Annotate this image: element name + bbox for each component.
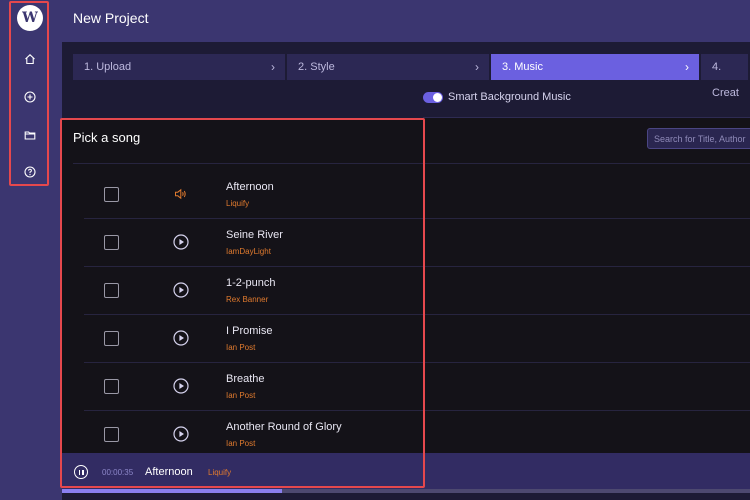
play-icon[interactable]: [172, 425, 190, 443]
song-artist: Ian Post: [226, 343, 256, 352]
chevron-right-icon: ›: [271, 60, 275, 74]
sidebar-highlight-box: [9, 1, 49, 186]
step-label: 2. Style: [298, 61, 335, 73]
song-checkbox[interactable]: [104, 187, 119, 202]
page-title: New Project: [73, 10, 149, 26]
play-icon[interactable]: [172, 329, 190, 347]
step-music[interactable]: 3. Music ›: [491, 54, 699, 80]
song-checkbox[interactable]: [104, 379, 119, 394]
wizard-steps: 1. Upload › 2. Style › 3. Music › 4. Cre…: [73, 54, 750, 99]
song-title: Afternoon: [226, 181, 274, 193]
divider: [73, 163, 750, 164]
song-title: Another Round of Glory: [226, 421, 342, 433]
song-row[interactable]: 1-2-punch Rex Banner: [73, 267, 750, 315]
pause-icon: [78, 469, 80, 475]
song-title: Seine River: [226, 229, 283, 241]
player-song-artist: Liquify: [208, 468, 232, 477]
app-window: W New Project 1. Upload › 2. Style › 3. …: [0, 0, 750, 500]
song-row[interactable]: Another Round of Glory Ian Post: [73, 411, 750, 459]
step-label: 4. Creat: [712, 61, 739, 99]
song-checkbox[interactable]: [104, 427, 119, 442]
play-icon[interactable]: [172, 377, 190, 395]
top-header: New Project: [62, 0, 750, 42]
song-artist: Liquify: [226, 199, 250, 208]
song-checkbox[interactable]: [104, 331, 119, 346]
smart-music-label: Smart Background Music: [448, 91, 571, 103]
step-label: 1. Upload: [84, 61, 132, 73]
panel-title: Pick a song: [73, 130, 141, 145]
smart-music-toggle-row: Smart Background Music: [423, 91, 571, 103]
progress-fill: [62, 489, 283, 493]
pause-icon: [82, 469, 84, 475]
step-style[interactable]: 2. Style ›: [287, 54, 489, 80]
song-row[interactable]: I Promise Ian Post: [73, 315, 750, 363]
play-icon[interactable]: [172, 281, 190, 299]
chevron-right-icon: ›: [475, 60, 479, 74]
song-row[interactable]: Afternoon Liquify: [73, 171, 750, 219]
step-upload[interactable]: 1. Upload ›: [73, 54, 285, 80]
chevron-right-icon: ›: [685, 60, 689, 74]
song-row[interactable]: Seine River IamDayLight: [73, 219, 750, 267]
song-title: I Promise: [226, 325, 273, 337]
speaker-icon[interactable]: [172, 185, 190, 203]
pause-button[interactable]: [74, 465, 88, 479]
smart-music-toggle[interactable]: [423, 91, 443, 103]
song-title: Breathe: [226, 373, 265, 385]
player-time: 00:00:35: [102, 468, 134, 477]
song-artist: Ian Post: [226, 439, 256, 448]
sidebar: W: [0, 0, 62, 500]
song-checkbox[interactable]: [104, 283, 119, 298]
player-bar: 00:00:35 Afternoon Liquify: [62, 453, 750, 489]
step-label: 3. Music: [502, 61, 543, 73]
song-artist: IamDayLight: [226, 247, 271, 256]
song-checkbox[interactable]: [104, 235, 119, 250]
song-artist: Ian Post: [226, 391, 256, 400]
playback-progress-bar[interactable]: [62, 489, 750, 493]
step-create[interactable]: 4. Creat: [701, 54, 748, 99]
song-row[interactable]: Breathe Ian Post: [73, 363, 750, 411]
song-title: 1-2-punch: [226, 277, 276, 289]
song-artist: Rex Banner: [226, 295, 269, 304]
play-icon[interactable]: [172, 233, 190, 251]
player-song-title: Afternoon: [145, 466, 193, 478]
song-search-input[interactable]: [647, 128, 750, 149]
song-panel: Pick a song Afternoon Liquify Seine Rive…: [62, 118, 750, 458]
